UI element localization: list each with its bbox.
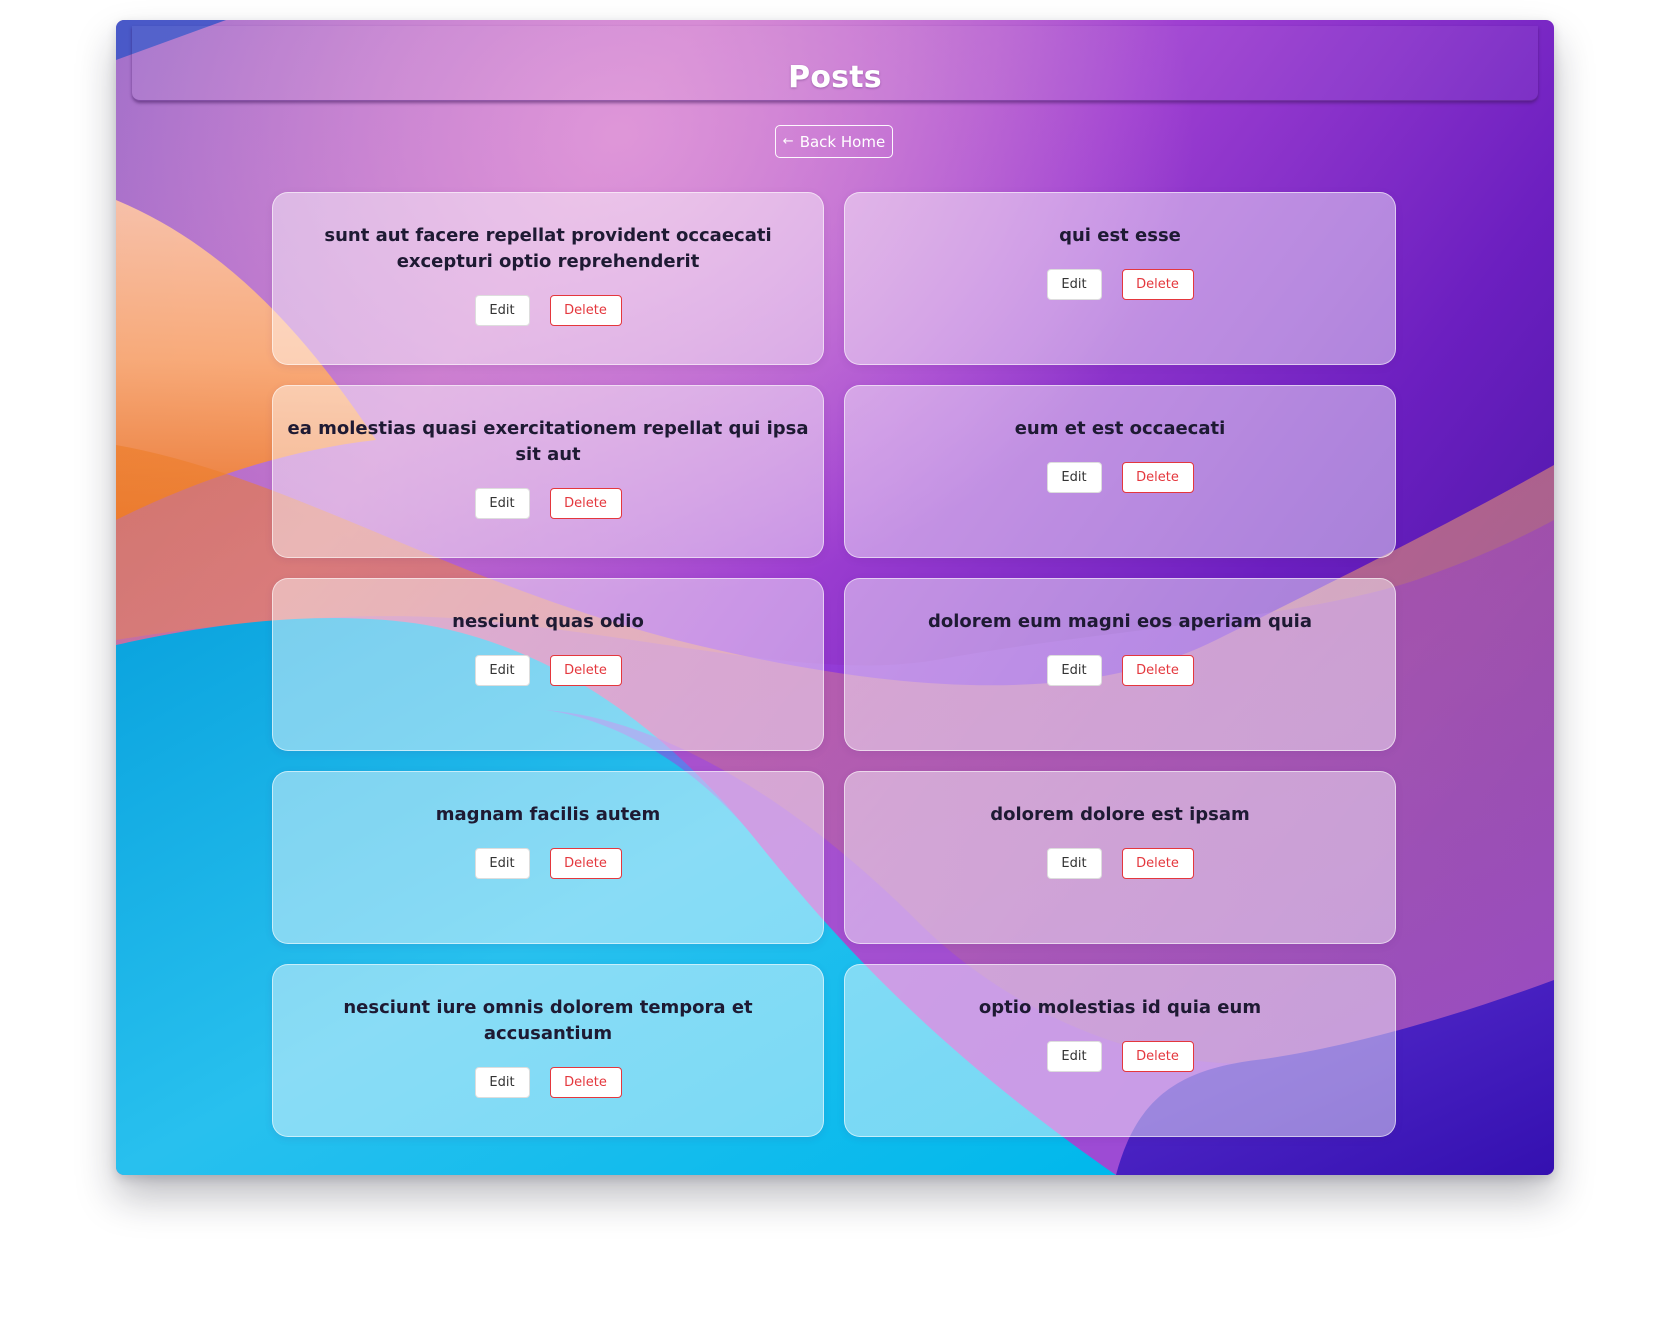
post-actions: Edit Delete xyxy=(1046,1041,1194,1072)
delete-button[interactable]: Delete xyxy=(1121,462,1194,493)
edit-button[interactable]: Edit xyxy=(474,655,530,686)
delete-button[interactable]: Delete xyxy=(1121,1041,1194,1072)
delete-button[interactable]: Delete xyxy=(549,848,622,879)
page-title: Posts xyxy=(788,60,882,95)
post-title: magnam facilis autem xyxy=(435,804,661,825)
edit-button[interactable]: Edit xyxy=(1046,462,1102,493)
edit-button[interactable]: Edit xyxy=(1046,1041,1102,1072)
back-home-label: Back Home xyxy=(799,132,886,151)
post-title: eum et est occaecati xyxy=(1014,418,1226,439)
edit-button[interactable]: Edit xyxy=(474,488,530,519)
edit-button[interactable]: Edit xyxy=(1046,848,1102,879)
edit-button[interactable]: Edit xyxy=(1046,269,1102,300)
post-title: dolorem eum magni eos aperiam quia xyxy=(927,611,1312,632)
page-content: Posts ← Back Home sunt aut facere repell… xyxy=(116,20,1554,1175)
post-card: nesciunt iure omnis dolorem tempora et a… xyxy=(272,964,824,1137)
post-card: magnam facilis autem Edit Delete xyxy=(272,771,824,944)
post-title: qui est esse xyxy=(1059,225,1181,246)
delete-button[interactable]: Delete xyxy=(1121,848,1194,879)
arrow-left-icon: ← xyxy=(782,134,794,149)
post-actions: Edit Delete xyxy=(1046,462,1194,493)
post-title: nesciunt quas odio xyxy=(452,611,644,632)
post-actions: Edit Delete xyxy=(474,655,622,686)
post-title: nesciunt iure omnis dolorem tempora et a… xyxy=(343,997,753,1044)
post-actions: Edit Delete xyxy=(474,295,622,326)
post-card: qui est esse Edit Delete xyxy=(844,192,1396,365)
post-actions: Edit Delete xyxy=(1046,269,1194,300)
delete-button[interactable]: Delete xyxy=(549,488,622,519)
post-card: ea molestias quasi exercitationem repell… xyxy=(272,385,824,558)
post-actions: Edit Delete xyxy=(474,848,622,879)
post-card: optio molestias id quia eum Edit Delete xyxy=(844,964,1396,1137)
edit-button[interactable]: Edit xyxy=(474,1067,530,1098)
delete-button[interactable]: Delete xyxy=(1121,655,1194,686)
delete-button[interactable]: Delete xyxy=(549,295,622,326)
post-card: sunt aut facere repellat provident occae… xyxy=(272,192,824,365)
post-card: dolorem dolore est ipsam Edit Delete xyxy=(844,771,1396,944)
post-actions: Edit Delete xyxy=(474,1067,622,1098)
post-card: dolorem eum magni eos aperiam quia Edit … xyxy=(844,578,1396,751)
posts-grid: sunt aut facere repellat provident occae… xyxy=(272,192,1396,1137)
delete-button[interactable]: Delete xyxy=(549,655,622,686)
delete-button[interactable]: Delete xyxy=(1121,269,1194,300)
post-actions: Edit Delete xyxy=(474,488,622,519)
edit-button[interactable]: Edit xyxy=(474,295,530,326)
post-title: ea molestias quasi exercitationem repell… xyxy=(287,418,809,465)
delete-button[interactable]: Delete xyxy=(549,1067,622,1098)
post-actions: Edit Delete xyxy=(1046,655,1194,686)
post-title: optio molestias id quia eum xyxy=(978,997,1262,1018)
app-window: Posts ← Back Home sunt aut facere repell… xyxy=(116,20,1554,1175)
post-card: nesciunt quas odio Edit Delete xyxy=(272,578,824,751)
post-actions: Edit Delete xyxy=(1046,848,1194,879)
post-title: sunt aut facere repellat provident occae… xyxy=(324,225,772,272)
back-home-button[interactable]: ← Back Home xyxy=(775,125,893,158)
post-card: eum et est occaecati Edit Delete xyxy=(844,385,1396,558)
post-title: dolorem dolore est ipsam xyxy=(990,804,1250,825)
edit-button[interactable]: Edit xyxy=(1046,655,1102,686)
edit-button[interactable]: Edit xyxy=(474,848,530,879)
